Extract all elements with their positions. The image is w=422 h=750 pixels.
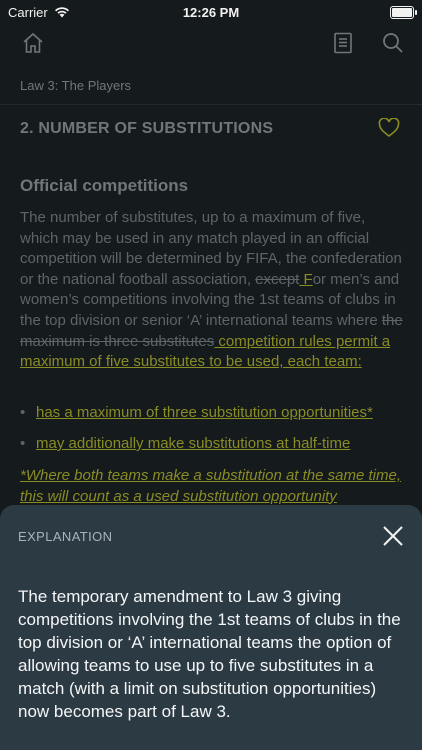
- list-item-text: has a maximum of three substitution oppo…: [36, 404, 373, 421]
- wifi-icon: [54, 7, 69, 18]
- bullet-icon: •: [20, 404, 26, 421]
- status-bar: Carrier 12:26 PM: [0, 0, 422, 24]
- sub-heading: Official competitions: [20, 176, 189, 195]
- divider: [0, 104, 422, 105]
- explanation-label: EXPLANATION: [18, 529, 113, 544]
- list-item: • may additionally make substitutions at …: [20, 435, 406, 452]
- explanation-text: The temporary amendment to Law 3 giving …: [18, 587, 401, 721]
- nav-bar: [0, 28, 422, 64]
- struck-text: except: [255, 270, 300, 288]
- heart-icon[interactable]: [378, 117, 400, 143]
- section-title: 2. NUMBER OF SUBSTITUTIONS: [20, 120, 274, 137]
- close-icon[interactable]: [380, 523, 406, 554]
- footnote: *Where both teams make a substitution at…: [20, 467, 402, 505]
- list-item-text: may additionally make substitutions at h…: [36, 435, 351, 452]
- carrier-label: Carrier: [8, 4, 48, 20]
- breadcrumb[interactable]: Law 3: The Players: [20, 78, 131, 93]
- law-paragraph: The number of substitutes, up to a maxim…: [20, 208, 406, 373]
- explanation-sheet: EXPLANATION The temporary amendment to L…: [0, 505, 422, 750]
- bullet-icon: •: [20, 435, 26, 452]
- list-item: • has a maximum of three substitution opp…: [20, 404, 406, 421]
- search-icon[interactable]: [382, 32, 404, 59]
- book-icon[interactable]: [333, 32, 353, 59]
- home-icon[interactable]: [22, 32, 44, 59]
- amendment-text: F: [299, 270, 313, 288]
- status-left: Carrier: [8, 5, 70, 20]
- battery-icon: [390, 5, 417, 19]
